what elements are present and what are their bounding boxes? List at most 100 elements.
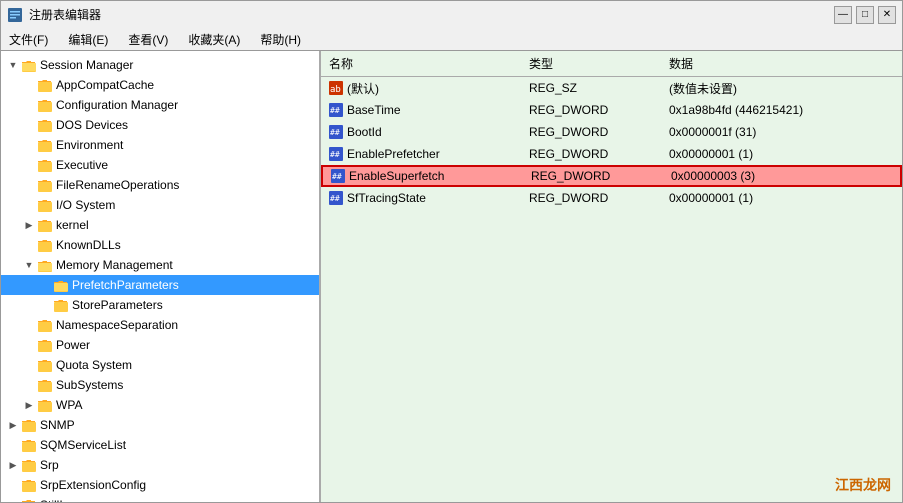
tree-item-filerename[interactable]: FileRenameOperations	[1, 175, 319, 195]
expand-icon[interactable]	[21, 117, 37, 133]
cell-name-bootid: ##BootId	[321, 124, 521, 140]
menu-item[interactable]: 收藏夹(A)	[184, 29, 244, 50]
cell-data-enablesuperfetch: 0x00000003 (3)	[663, 168, 900, 184]
folder-icon	[37, 217, 53, 233]
minimize-button[interactable]: —	[834, 6, 852, 24]
tree-item-io-system[interactable]: I/O System	[1, 195, 319, 215]
cell-name-text: (默认)	[347, 80, 379, 97]
expand-icon[interactable]: ▼	[5, 57, 21, 73]
menu-bar: 文件(F) 编辑(E) 查看(V) 收藏夹(A) 帮助(H)	[0, 28, 903, 50]
table-row[interactable]: ab(默认)REG_SZ(数值未设置)	[321, 77, 902, 99]
tree-item-label: WPA	[56, 398, 82, 412]
tree-item-store-params[interactable]: StoreParameters	[1, 295, 319, 315]
tree-item-snmp[interactable]: ▶ SNMP	[1, 415, 319, 435]
tree-item-srp[interactable]: ▶ Srp	[1, 455, 319, 475]
tree-item-appcompat[interactable]: AppCompatCache	[1, 75, 319, 95]
tree-item-kernel[interactable]: ▶ kernel	[1, 215, 319, 235]
tree-item-prefetch[interactable]: PrefetchParameters	[1, 275, 319, 295]
tree-item-power[interactable]: Power	[1, 335, 319, 355]
expand-icon[interactable]: ▶	[21, 397, 37, 413]
tree-item-memory-mgmt[interactable]: ▼ Memory Management	[1, 255, 319, 275]
tree-item-knowndlls[interactable]: KnownDLLs	[1, 235, 319, 255]
menu-item[interactable]: 编辑(E)	[64, 29, 112, 50]
tree-item-dos-devices[interactable]: DOS Devices	[1, 115, 319, 135]
right-pane[interactable]: 名称 类型 数据 ab(默认)REG_SZ(数值未设置)##BaseTimeRE…	[321, 51, 902, 502]
maximize-button[interactable]: □	[856, 6, 874, 24]
table-row[interactable]: ##BootIdREG_DWORD0x0000001f (31)	[321, 121, 902, 143]
expand-icon[interactable]	[21, 97, 37, 113]
menu-item[interactable]: 帮助(H)	[256, 29, 305, 50]
tree-item-stillimage[interactable]: ▶ StillImage	[1, 495, 319, 502]
cell-name-sftracingstate: ##SfTracingState	[321, 190, 521, 206]
title-bar: 注册表编辑器 — □ ✕	[0, 0, 903, 28]
reg-value-icon: ##	[329, 147, 343, 161]
tree-item-label: SNMP	[40, 418, 75, 432]
expand-icon[interactable]	[5, 437, 21, 453]
expand-icon[interactable]: ▶	[5, 457, 21, 473]
folder-icon	[37, 317, 53, 333]
tree-item-label: NamespaceSeparation	[56, 318, 178, 332]
tree-item-label: KnownDLLs	[56, 238, 121, 252]
expand-icon[interactable]	[21, 337, 37, 353]
cell-name-text: EnableSuperfetch	[349, 169, 444, 183]
menu-item[interactable]: 文件(F)	[5, 29, 52, 50]
expand-icon[interactable]: ▼	[21, 257, 37, 273]
tree-item-label: FileRenameOperations	[56, 178, 179, 192]
tree-item-executive[interactable]: Executive	[1, 155, 319, 175]
table-row[interactable]: ##SfTracingStateREG_DWORD0x00000001 (1)	[321, 187, 902, 209]
table-row[interactable]: ##EnablePrefetcherREG_DWORD0x00000001 (1…	[321, 143, 902, 165]
window-controls[interactable]: — □ ✕	[834, 6, 896, 24]
table-row[interactable]: ## EnableSuperfetch REG_DWORD0x00000003 (3…	[321, 165, 902, 187]
watermark: 江西龙网	[835, 475, 891, 495]
folder-icon	[21, 457, 37, 473]
tree-item-wpa[interactable]: ▶ WPA	[1, 395, 319, 415]
expand-icon[interactable]: ▶	[5, 497, 21, 502]
expand-icon[interactable]	[21, 197, 37, 213]
svg-text:##: ##	[330, 128, 340, 137]
tree-item-srpext[interactable]: SrpExtensionConfig	[1, 475, 319, 495]
main-window: ▼ Session Manager AppCompatCache Configu…	[0, 50, 903, 503]
tree-item-session-manager[interactable]: ▼ Session Manager	[1, 55, 319, 75]
close-button[interactable]: ✕	[878, 6, 896, 24]
reg-value-icon: ##	[329, 125, 343, 139]
expand-icon[interactable]	[37, 297, 53, 313]
expand-icon[interactable]	[21, 237, 37, 253]
cell-name-text: BaseTime	[347, 103, 401, 117]
expand-icon[interactable]: ▶	[21, 217, 37, 233]
svg-text:##: ##	[332, 172, 342, 181]
expand-icon[interactable]	[21, 157, 37, 173]
tree-item-environment[interactable]: Environment	[1, 135, 319, 155]
tree-item-label: Power	[56, 338, 90, 352]
cell-type-sftracingstate: REG_DWORD	[521, 190, 661, 206]
cell-data-sftracingstate: 0x00000001 (1)	[661, 190, 902, 206]
menu-item[interactable]: 查看(V)	[124, 29, 172, 50]
tree-pane[interactable]: ▼ Session Manager AppCompatCache Configu…	[1, 51, 321, 502]
expand-icon[interactable]	[21, 357, 37, 373]
expand-icon[interactable]	[37, 277, 53, 293]
tree-item-label: DOS Devices	[56, 118, 128, 132]
cell-type-bootid: REG_DWORD	[521, 124, 661, 140]
expand-icon[interactable]	[5, 477, 21, 493]
tree-item-label: Session Manager	[40, 58, 133, 72]
expand-icon[interactable]	[21, 377, 37, 393]
table-row[interactable]: ##BaseTimeREG_DWORD0x1a98b4fd (446215421…	[321, 99, 902, 121]
expand-icon[interactable]	[21, 317, 37, 333]
tree-item-label: AppCompatCache	[56, 78, 154, 92]
tree-item-subsystems[interactable]: SubSystems	[1, 375, 319, 395]
tree-item-label: Memory Management	[56, 258, 173, 272]
tree-item-namespace[interactable]: NamespaceSeparation	[1, 315, 319, 335]
expand-icon[interactable]	[21, 137, 37, 153]
expand-icon[interactable]	[21, 77, 37, 93]
folder-icon	[53, 277, 69, 293]
expand-icon[interactable]: ▶	[5, 417, 21, 433]
tree-item-config-manager[interactable]: Configuration Manager	[1, 95, 319, 115]
folder-icon	[37, 197, 53, 213]
tree-item-quota[interactable]: Quota System	[1, 355, 319, 375]
tree-item-sqmservice[interactable]: SQMServiceList	[1, 435, 319, 455]
cell-type-enablesuperfetch: REG_DWORD	[523, 168, 663, 184]
reg-value-icon: ##	[329, 103, 343, 117]
tree-item-label: StoreParameters	[72, 298, 163, 312]
expand-icon[interactable]	[21, 177, 37, 193]
tree-item-label: PrefetchParameters	[72, 278, 179, 292]
cell-name-text: SfTracingState	[347, 191, 426, 205]
